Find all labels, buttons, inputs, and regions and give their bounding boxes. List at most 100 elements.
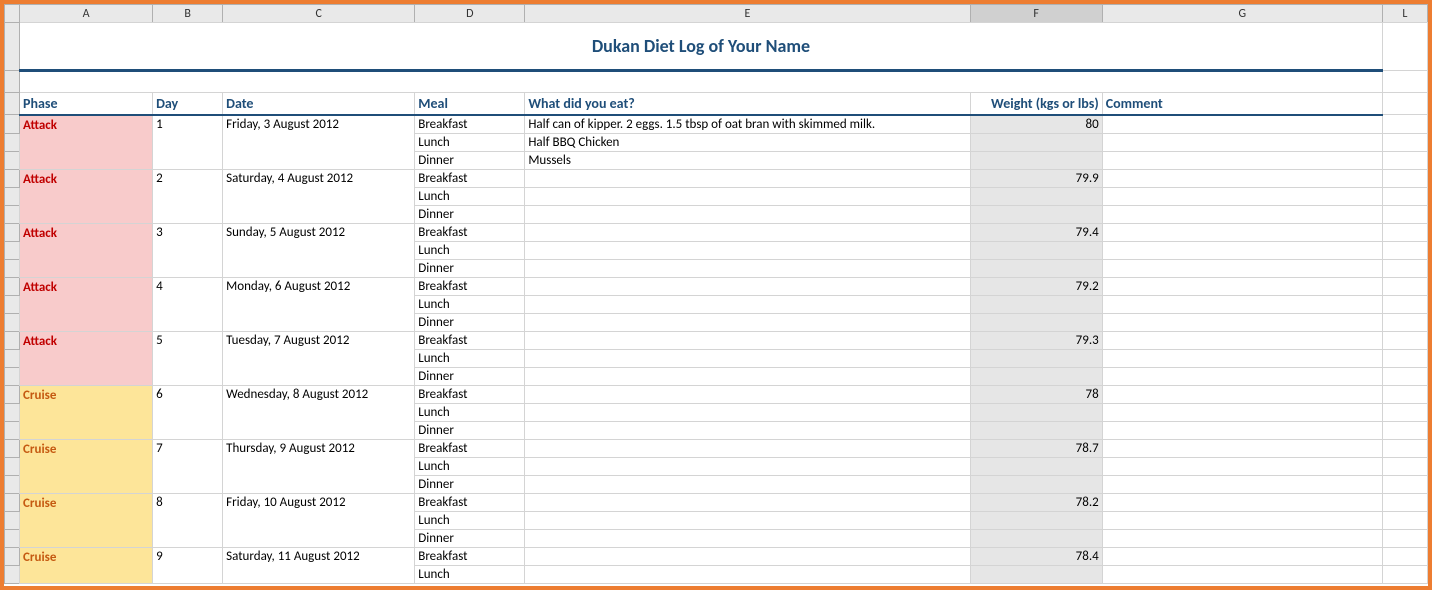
food-cell[interactable]: Half BBQ Chicken [525, 133, 970, 151]
weight-cell[interactable] [970, 241, 1102, 259]
phase-cell[interactable]: Cruise [20, 493, 153, 547]
row-header[interactable] [5, 133, 20, 151]
comment-cell[interactable] [1102, 385, 1382, 403]
meal-cell[interactable]: Breakfast [415, 547, 525, 565]
weight-cell[interactable] [970, 259, 1102, 277]
meal-cell[interactable]: Breakfast [415, 331, 525, 349]
row-header[interactable] [5, 403, 20, 421]
food-cell[interactable]: Mussels [525, 151, 970, 169]
cell[interactable] [1382, 133, 1427, 151]
food-cell[interactable] [525, 367, 970, 385]
weight-cell[interactable]: 79.2 [970, 277, 1102, 295]
weight-cell[interactable] [970, 133, 1102, 151]
date-cell[interactable]: Saturday, 11 August 2012 [223, 547, 415, 583]
row-header[interactable] [5, 295, 20, 313]
header-date[interactable]: Date [223, 93, 415, 115]
cell[interactable] [1382, 223, 1427, 241]
food-cell[interactable] [525, 565, 970, 583]
weight-cell[interactable] [970, 187, 1102, 205]
meal-cell[interactable]: Dinner [415, 475, 525, 493]
meal-cell[interactable]: Dinner [415, 529, 525, 547]
cell[interactable] [1382, 115, 1427, 134]
corner-cell[interactable] [5, 5, 20, 23]
row-header[interactable] [5, 241, 20, 259]
comment-cell[interactable] [1102, 115, 1382, 134]
cell[interactable] [1382, 403, 1427, 421]
weight-cell[interactable] [970, 205, 1102, 223]
cell[interactable] [1382, 205, 1427, 223]
food-cell[interactable] [525, 169, 970, 187]
col-header-A[interactable]: A [20, 5, 153, 23]
day-cell[interactable]: 9 [153, 547, 223, 583]
row-header[interactable] [5, 439, 20, 457]
comment-cell[interactable] [1102, 205, 1382, 223]
row-header[interactable] [5, 367, 20, 385]
meal-cell[interactable]: Breakfast [415, 115, 525, 134]
phase-cell[interactable]: Cruise [20, 439, 153, 493]
row-header[interactable] [5, 259, 20, 277]
cell[interactable] [1382, 511, 1427, 529]
cell[interactable] [1382, 565, 1427, 583]
col-header-D[interactable]: D [415, 5, 525, 23]
cell[interactable] [1382, 439, 1427, 457]
comment-cell[interactable] [1102, 241, 1382, 259]
meal-cell[interactable]: Lunch [415, 511, 525, 529]
header-phase[interactable]: Phase [20, 93, 153, 115]
header-weight[interactable]: Weight (kgs or lbs) [970, 93, 1102, 115]
col-header-C[interactable]: C [223, 5, 415, 23]
meal-cell[interactable]: Lunch [415, 133, 525, 151]
meal-cell[interactable]: Breakfast [415, 223, 525, 241]
phase-cell[interactable]: Attack [20, 115, 153, 170]
cell[interactable] [1382, 241, 1427, 259]
day-cell[interactable]: 6 [153, 385, 223, 439]
cell[interactable] [1382, 187, 1427, 205]
sheet-grid[interactable]: Dukan Diet Log of Your Name Phase Day Da… [4, 22, 1428, 584]
cell[interactable] [1382, 259, 1427, 277]
food-cell[interactable] [525, 529, 970, 547]
weight-cell[interactable] [970, 475, 1102, 493]
food-cell[interactable] [525, 349, 970, 367]
phase-cell[interactable]: Attack [20, 331, 153, 385]
comment-cell[interactable] [1102, 331, 1382, 349]
comment-cell[interactable] [1102, 511, 1382, 529]
comment-cell[interactable] [1102, 565, 1382, 583]
phase-cell[interactable]: Attack [20, 223, 153, 277]
cell[interactable] [1382, 169, 1427, 187]
cell[interactable] [1382, 457, 1427, 475]
row-header[interactable] [5, 187, 20, 205]
weight-cell[interactable]: 78.7 [970, 439, 1102, 457]
page-title[interactable]: Dukan Diet Log of Your Name [20, 23, 1383, 71]
row-header[interactable] [5, 331, 20, 349]
meal-cell[interactable]: Lunch [415, 565, 525, 583]
food-cell[interactable] [525, 421, 970, 439]
col-header-E[interactable]: E [525, 5, 970, 23]
food-cell[interactable] [525, 403, 970, 421]
phase-cell[interactable]: Cruise [20, 385, 153, 439]
col-header-B[interactable]: B [153, 5, 223, 23]
phase-cell[interactable]: Attack [20, 169, 153, 223]
comment-cell[interactable] [1102, 259, 1382, 277]
col-header-F[interactable]: F [970, 5, 1102, 23]
weight-cell[interactable]: 78.2 [970, 493, 1102, 511]
weight-cell[interactable] [970, 511, 1102, 529]
cell[interactable] [1382, 93, 1427, 115]
weight-cell[interactable] [970, 313, 1102, 331]
row-header[interactable] [5, 547, 20, 565]
weight-cell[interactable] [970, 367, 1102, 385]
cell[interactable] [1382, 23, 1427, 71]
comment-cell[interactable] [1102, 313, 1382, 331]
comment-cell[interactable] [1102, 367, 1382, 385]
row-header[interactable] [5, 169, 20, 187]
col-header-G[interactable]: G [1102, 5, 1382, 23]
food-cell[interactable] [525, 493, 970, 511]
date-cell[interactable]: Sunday, 5 August 2012 [223, 223, 415, 277]
food-cell[interactable] [525, 439, 970, 457]
row-header[interactable] [5, 457, 20, 475]
comment-cell[interactable] [1102, 169, 1382, 187]
meal-cell[interactable]: Breakfast [415, 439, 525, 457]
weight-cell[interactable]: 78.4 [970, 547, 1102, 565]
cell[interactable] [1382, 493, 1427, 511]
row-header[interactable] [5, 93, 20, 115]
date-cell[interactable]: Wednesday, 8 August 2012 [223, 385, 415, 439]
weight-cell[interactable] [970, 295, 1102, 313]
